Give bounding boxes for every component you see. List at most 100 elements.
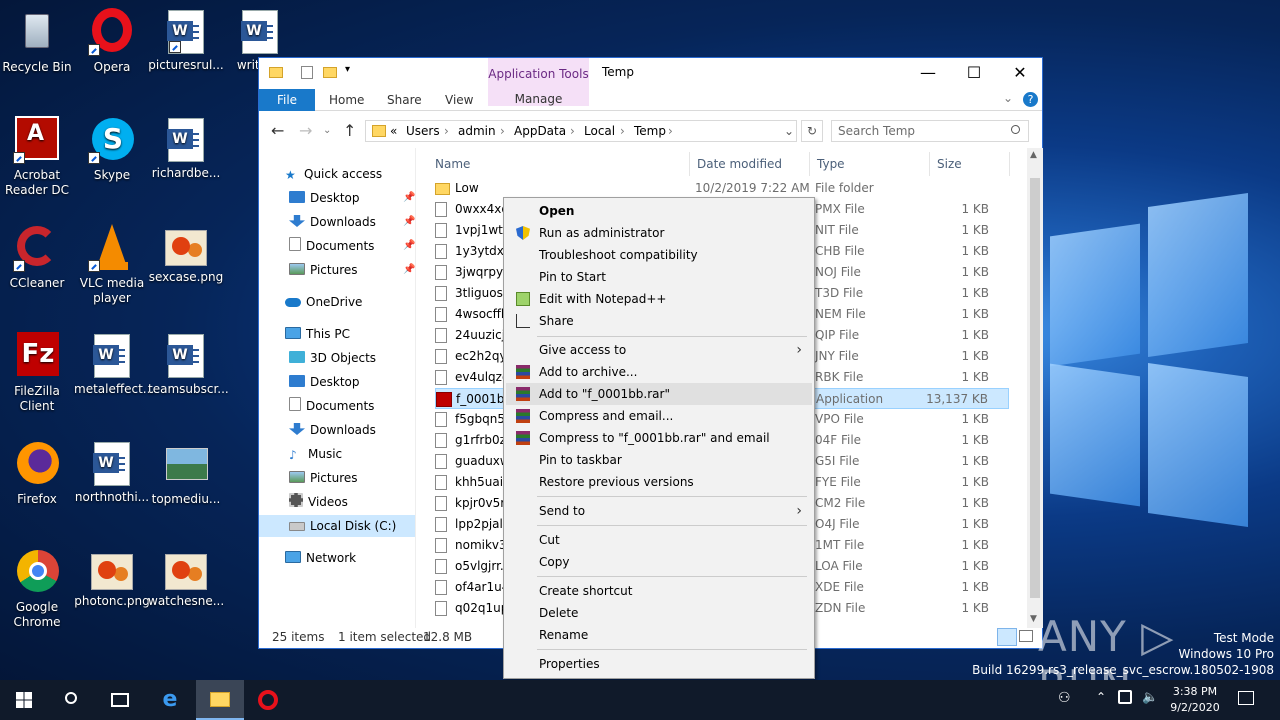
column-header-date[interactable]: Date modified [697, 152, 782, 176]
breadcrumb-admin[interactable]: admin [458, 124, 496, 138]
column-header-type[interactable]: Type [817, 152, 845, 176]
menu-item-copy[interactable]: Copy [506, 551, 812, 573]
nav-pc-documents[interactable]: Documents [289, 395, 374, 417]
menu-item-send-to[interactable]: Send to › [506, 500, 812, 522]
nav-music[interactable]: ♪ Music [289, 443, 342, 465]
desktop-icon-filezilla[interactable]: Fz FileZilla Client [0, 332, 75, 414]
address-bar[interactable]: « Users › admin › AppData › Local › Temp… [365, 120, 797, 142]
search-input[interactable]: Search Temp [831, 120, 1029, 142]
forward-icon[interactable]: → [299, 121, 312, 140]
desktop-icon-recycle-bin[interactable]: Recycle Bin [0, 8, 75, 75]
nav-videos[interactable]: Videos [289, 491, 348, 513]
menu-item-run-as-admin[interactable]: Run as administrator [506, 222, 812, 244]
qat-dropdown-icon[interactable]: ▾ [345, 64, 350, 75]
new-folder-icon[interactable] [323, 67, 337, 78]
nav-onedrive[interactable]: OneDrive [285, 291, 362, 313]
vertical-scrollbar[interactable]: ▲ ▼ [1027, 148, 1043, 628]
clock[interactable]: 3:38 PM 9/2/2020 [1166, 684, 1224, 716]
notifications-icon[interactable] [1238, 691, 1254, 705]
menu-item-pin-to-taskbar[interactable]: Pin to taskbar [506, 449, 812, 471]
recent-dropdown-icon[interactable]: ⌄ [323, 125, 331, 136]
breadcrumb-appdata[interactable]: AppData [514, 124, 566, 138]
menu-item-add-to-archive[interactable]: Add to archive... [506, 361, 812, 383]
nav-quick-access[interactable]: ★ Quick access [285, 163, 382, 185]
nav-local-disk[interactable]: Local Disk (C:) [259, 515, 415, 537]
desktop-icon-richardbe[interactable]: W richardbe... [148, 116, 224, 181]
help-icon[interactable]: ? [1023, 92, 1038, 107]
nav-pc-pictures[interactable]: Pictures [289, 467, 358, 489]
people-icon[interactable]: ⚇ [1058, 690, 1071, 706]
search-button[interactable] [48, 680, 96, 720]
menu-item-give-access[interactable]: Give access to › [506, 339, 812, 361]
breadcrumb-local[interactable]: Local [584, 124, 615, 138]
nav-pictures[interactable]: Pictures [289, 259, 358, 281]
desktop-icon-metaleffect[interactable]: W metaleffect... [74, 332, 154, 397]
nav-pc-downloads[interactable]: Downloads [289, 419, 376, 441]
close-button[interactable]: ✕ [997, 60, 1043, 86]
desktop-icon-chrome[interactable]: Google Chrome [0, 548, 75, 630]
column-header-name[interactable]: Name [435, 152, 470, 176]
menu-item-troubleshoot[interactable]: Troubleshoot compatibility [506, 244, 812, 266]
expand-ribbon-icon[interactable]: ⌄ [1003, 91, 1013, 105]
breadcrumb-users[interactable]: Users [406, 124, 440, 138]
desktop-icon-firefox[interactable]: Firefox [0, 440, 75, 507]
up-icon[interactable]: ↑ [343, 121, 356, 140]
tray-chevron-icon[interactable]: ⌃ [1096, 690, 1106, 704]
desktop-icon-watchesne[interactable]: watchesne... [148, 548, 224, 609]
start-button[interactable] [0, 680, 48, 720]
properties-icon[interactable] [301, 66, 313, 79]
refresh-icon[interactable]: ↻ [801, 120, 823, 142]
desktop-icon-teamsubscr[interactable]: W teamsubscr... [148, 332, 229, 397]
menu-item-pin-to-start[interactable]: Pin to Start [506, 266, 812, 288]
file-row[interactable]: Low 10/2/2019 7:22 AM File folder [435, 178, 1009, 199]
menu-item-cut[interactable]: Cut [506, 529, 812, 551]
tab-share[interactable]: Share [387, 89, 422, 111]
menu-item-share[interactable]: Share [506, 310, 812, 332]
scroll-down-icon[interactable]: ▼ [1030, 614, 1037, 624]
desktop-icon-vlc[interactable]: VLC media player [74, 224, 150, 306]
tab-home[interactable]: Home [329, 89, 364, 111]
desktop-icon-ccleaner[interactable]: CCleaner [0, 224, 75, 291]
desktop-icon-skype[interactable]: S Skype [74, 116, 150, 183]
menu-item-edit-notepadpp[interactable]: Edit with Notepad++ [506, 288, 812, 310]
breadcrumb-temp[interactable]: Temp [634, 124, 666, 138]
taskbar-edge[interactable]: e [146, 680, 194, 720]
menu-item-restore-versions[interactable]: Restore previous versions [506, 471, 812, 493]
menu-item-properties[interactable]: Properties [506, 653, 812, 675]
task-view-button[interactable] [96, 680, 144, 720]
desktop-icon-photonc[interactable]: photonc.png [74, 548, 150, 609]
nav-downloads[interactable]: Downloads [289, 211, 376, 233]
column-header-size[interactable]: Size [937, 152, 962, 176]
desktop-icon-sexcase[interactable]: sexcase.png [148, 224, 224, 285]
menu-item-add-to-rar[interactable]: Add to "f_0001bb.rar" [506, 383, 812, 405]
scroll-up-icon[interactable]: ▲ [1030, 150, 1037, 160]
menu-item-delete[interactable]: Delete [506, 602, 812, 624]
volume-icon[interactable]: 🔈 [1142, 690, 1158, 705]
taskbar-opera[interactable] [244, 680, 292, 720]
menu-item-compress-rar-email[interactable]: Compress to "f_0001bb.rar" and email [506, 427, 812, 449]
nav-3d-objects[interactable]: 3D Objects [289, 347, 376, 369]
maximize-button[interactable]: ☐ [951, 60, 997, 86]
menu-item-open[interactable]: Open [506, 200, 812, 222]
desktop-icon-opera[interactable]: Opera [74, 8, 150, 75]
tab-file[interactable]: File [259, 89, 315, 111]
desktop-icon-topmediu[interactable]: topmediu... [148, 440, 224, 507]
tab-view[interactable]: View [445, 89, 473, 111]
nav-pc-desktop[interactable]: Desktop [289, 371, 360, 393]
menu-item-compress-email[interactable]: Compress and email... [506, 405, 812, 427]
address-dropdown-icon[interactable]: ⌄ [784, 124, 794, 138]
desktop-icon-northnothi[interactable]: W northnothi... [74, 440, 150, 505]
minimize-button[interactable]: — [905, 60, 951, 86]
nav-desktop[interactable]: Desktop [289, 187, 360, 209]
nav-network[interactable]: Network [285, 547, 356, 569]
desktop-icon-picturesrul[interactable]: W picturesrul... [148, 8, 224, 73]
desktop-icon-acrobat[interactable]: A Acrobat Reader DC [0, 116, 75, 198]
scrollbar-thumb[interactable] [1030, 178, 1040, 598]
menu-item-create-shortcut[interactable]: Create shortcut [506, 580, 812, 602]
nav-documents[interactable]: Documents [289, 235, 374, 257]
breadcrumb-overflow[interactable]: « [390, 124, 397, 138]
network-tray-icon[interactable] [1118, 690, 1132, 704]
menu-item-rename[interactable]: Rename [506, 624, 812, 646]
back-icon[interactable]: ← [271, 121, 284, 140]
taskbar-file-explorer[interactable] [196, 680, 244, 720]
